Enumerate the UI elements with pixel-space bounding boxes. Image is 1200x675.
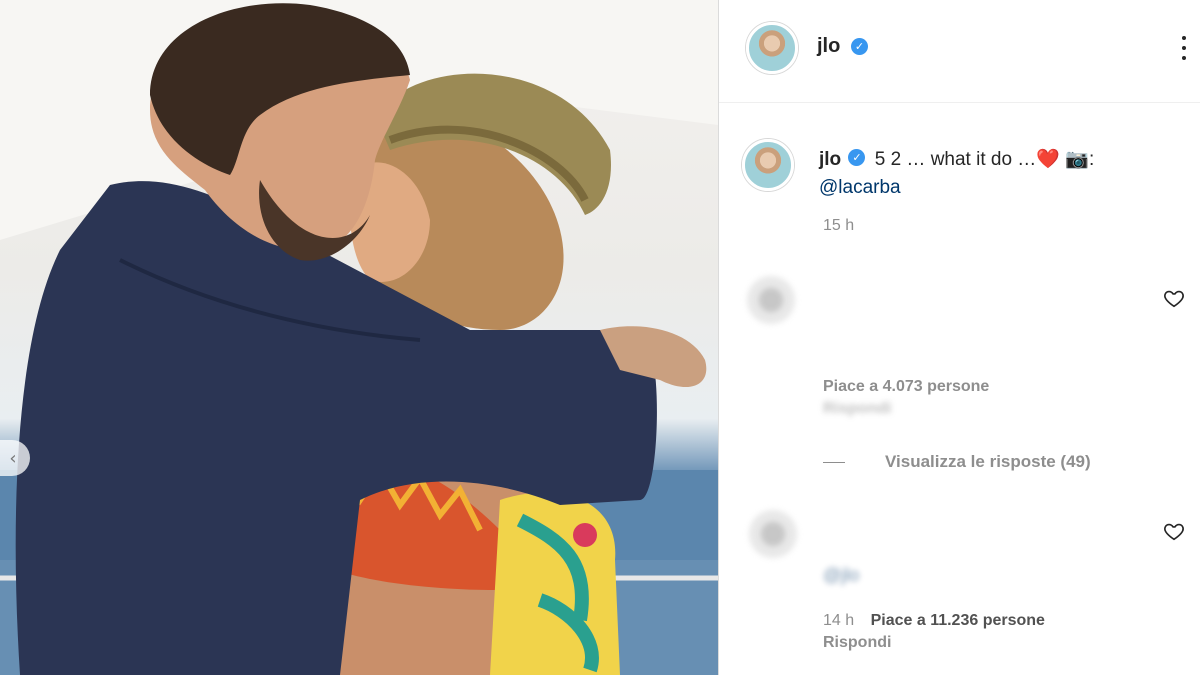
author-avatar[interactable] xyxy=(746,22,798,74)
caption-avatar[interactable] xyxy=(742,139,794,191)
reply-button[interactable]: Rispondi xyxy=(823,634,891,652)
verified-badge-icon: ✓ xyxy=(848,149,866,167)
caption-colon: : xyxy=(1088,149,1095,170)
view-replies-button[interactable]: Visualizza le risposte (49) xyxy=(823,452,1091,472)
reply-button[interactable]: Rispondi xyxy=(823,400,891,418)
scarf xyxy=(490,492,620,675)
caption-mention[interactable]: @lacarba xyxy=(819,177,901,198)
post-header: jlo ✓ xyxy=(719,0,1200,103)
comment-likes[interactable]: Piace a 11.236 persone xyxy=(871,612,1045,629)
caption-username[interactable]: jlo xyxy=(819,149,841,170)
heart-outline-icon[interactable] xyxy=(1163,287,1185,309)
post-caption: jlo ✓ 5 2 … what it do …❤️ 📷: @lacarba 1… xyxy=(719,103,1200,243)
camera-emoji: 📷 xyxy=(1065,149,1089,170)
post-side-panel: jlo ✓ jlo ✓ 5 2 … what it do …❤️ 📷: @lac… xyxy=(718,0,1200,675)
chevron-left-icon: ‹ xyxy=(9,447,17,469)
replies-divider xyxy=(823,461,845,463)
post-photo: ‹ xyxy=(0,0,718,675)
comment-item: @jlo 14 h Piace a 11.236 persone Rispond… xyxy=(719,500,1200,675)
comment-timestamp: 14 h xyxy=(823,612,855,629)
commenter-avatar[interactable] xyxy=(749,510,797,558)
heart-outline-icon[interactable] xyxy=(1163,520,1185,542)
more-options-icon[interactable] xyxy=(1174,30,1194,66)
comment-mention[interactable]: @jlo xyxy=(823,565,859,585)
comment-text: @jlo xyxy=(823,510,1143,588)
author-username[interactable]: jlo xyxy=(817,35,840,58)
comment-item: Piace a 4.073 persone Rispondi Visualizz… xyxy=(719,270,1200,472)
commenter-avatar[interactable] xyxy=(747,276,795,324)
comment-likes[interactable]: Piace a 4.073 persone xyxy=(823,378,989,396)
photo-illustration xyxy=(0,0,718,675)
caption-timestamp: 15 h xyxy=(823,217,855,234)
view-replies-label: Visualizza le risposte (49) xyxy=(885,452,1091,471)
caption-text: jlo ✓ 5 2 … what it do …❤️ 📷: @lacarba xyxy=(819,146,1159,202)
comment-meta: 14 h Piace a 11.236 persone xyxy=(823,612,1045,630)
caption-body: 5 2 … what it do … xyxy=(874,149,1037,170)
verified-badge-icon: ✓ xyxy=(851,38,868,55)
heart-emoji: ❤️ xyxy=(1036,149,1060,170)
